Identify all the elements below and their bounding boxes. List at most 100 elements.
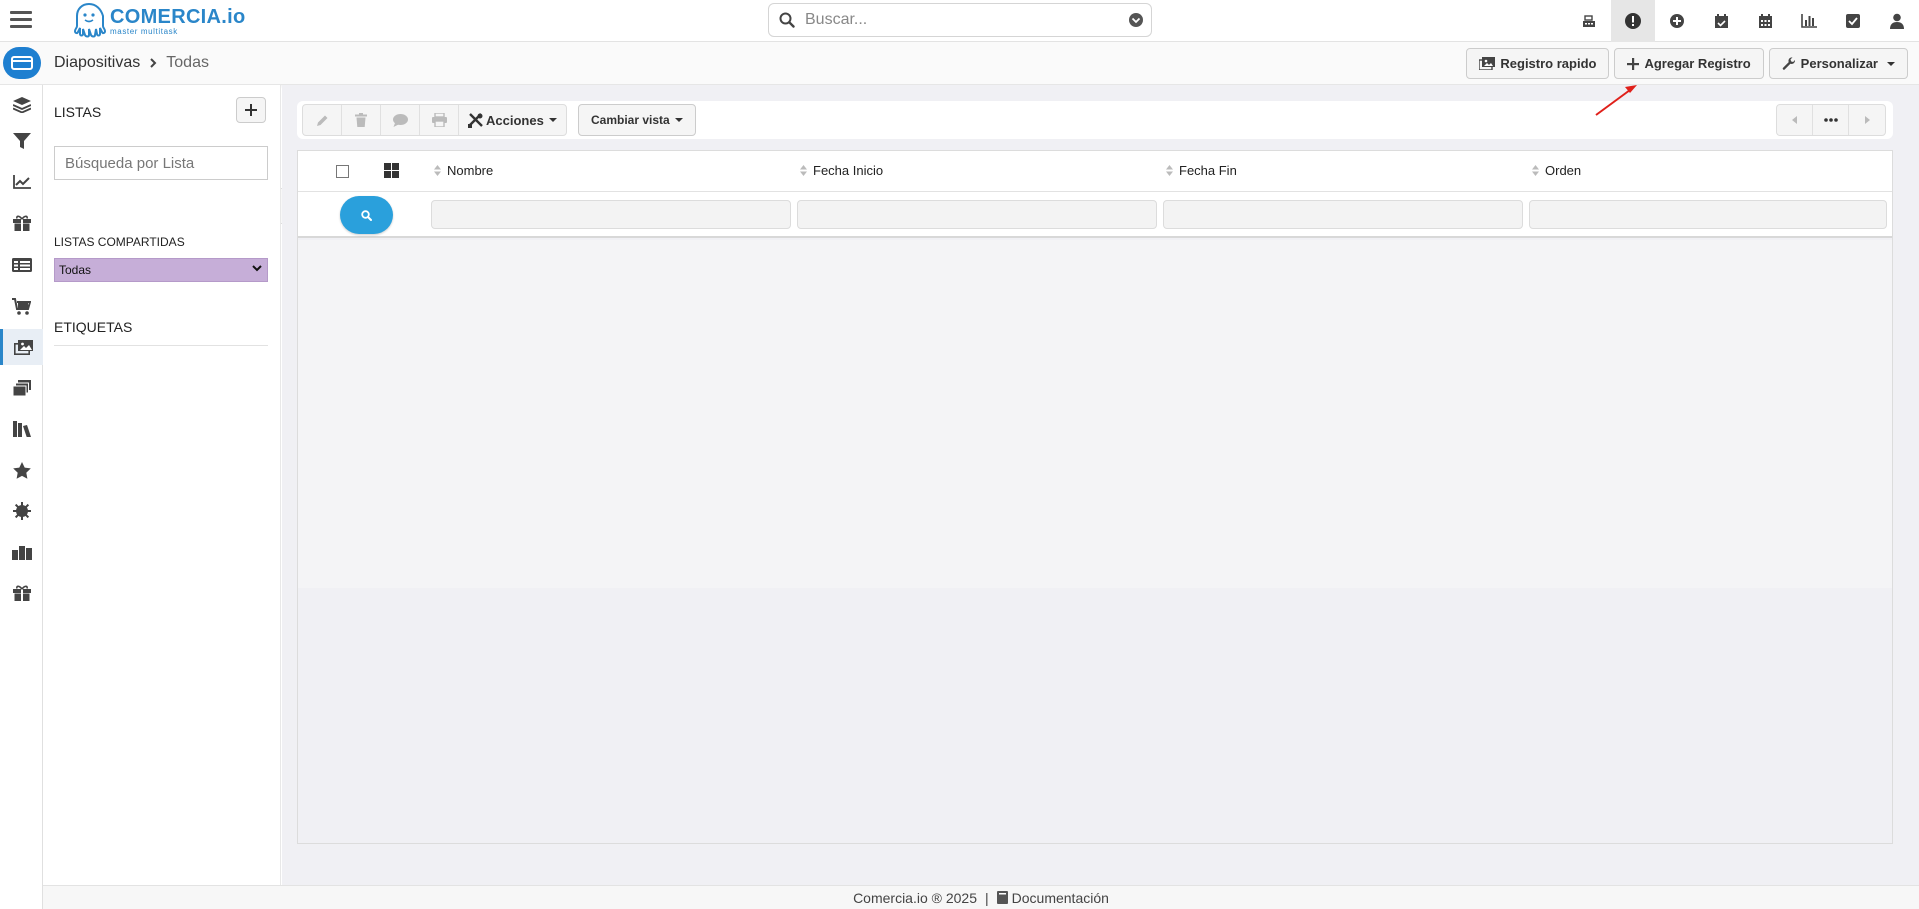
chevron-down-circle-icon[interactable]	[1121, 12, 1151, 28]
column-label: Orden	[1545, 163, 1582, 178]
documentation-link[interactable]: Documentación	[996, 889, 1109, 906]
grid-toolbar: Acciones Cambiar vista	[297, 101, 1893, 139]
pager	[1776, 104, 1886, 136]
grid-body-empty	[298, 240, 1892, 588]
change-view-button[interactable]: Cambiar vista	[578, 104, 696, 136]
search-icon[interactable]	[769, 12, 805, 28]
sort-icon	[434, 165, 441, 176]
stack-icon[interactable]	[0, 370, 43, 406]
filter-search-button[interactable]	[340, 196, 393, 234]
add-circle-icon[interactable]	[1655, 0, 1699, 42]
plus-icon	[245, 104, 257, 116]
slides-icon[interactable]	[0, 329, 43, 365]
filter-orden-input[interactable]	[1529, 200, 1887, 229]
divider	[54, 345, 268, 346]
customize-button[interactable]: Personalizar	[1768, 48, 1908, 79]
pencil-icon	[316, 115, 327, 126]
column-label: Nombre	[447, 163, 494, 178]
customize-label: Personalizar	[1800, 56, 1878, 71]
breadcrumb-current: Todas	[166, 54, 209, 71]
book-icon	[996, 891, 1008, 904]
lists-title: LISTAS	[54, 104, 102, 120]
breadcrumb-root[interactable]: Diapositivas	[54, 54, 140, 72]
actions-dropdown[interactable]: Acciones	[459, 105, 566, 135]
edit-button[interactable]	[303, 105, 342, 135]
gear-icon[interactable]	[0, 493, 43, 529]
quick-record-label: Registro rapido	[1500, 56, 1597, 71]
tags-title: ETIQUETAS	[54, 319, 133, 335]
top-bar: COMERCIA.io master multitask	[0, 0, 1919, 42]
global-search	[768, 3, 1152, 37]
bar-chart-icon[interactable]	[1787, 0, 1831, 42]
search-input[interactable]	[805, 11, 1121, 29]
shared-lists-select[interactable]: Todas	[54, 258, 268, 282]
quick-record-button[interactable]: Registro rapido	[1466, 48, 1610, 79]
footer-separator: |	[985, 889, 989, 906]
chevron-right-icon	[149, 58, 157, 68]
print-button[interactable]	[420, 105, 459, 135]
more-options-button[interactable]	[1813, 105, 1849, 135]
delete-button[interactable]	[342, 105, 381, 135]
layers-icon[interactable]	[0, 87, 43, 123]
next-page-button[interactable]	[1849, 105, 1885, 135]
documentation-label: Documentación	[1011, 889, 1109, 906]
search-icon	[361, 209, 372, 221]
column-header-orden[interactable]: Orden	[1532, 163, 1581, 178]
column-label: Fecha Fin	[1179, 163, 1237, 178]
printer-icon	[431, 113, 447, 127]
checkbox-icon[interactable]	[1831, 0, 1875, 42]
images-icon	[1479, 57, 1496, 70]
cash-register-icon[interactable]	[1567, 0, 1611, 42]
ellipsis-icon	[1823, 118, 1838, 122]
calendar-icon[interactable]	[1743, 0, 1787, 42]
comment-button[interactable]	[381, 105, 420, 135]
shared-lists-title: LISTAS COMPARTIDAS	[54, 235, 185, 249]
plus-icon	[1627, 57, 1640, 70]
gift-alt-icon[interactable]	[0, 575, 43, 611]
footer: Comercia.io ® 2025 | Documentación	[43, 885, 1919, 909]
change-view-label: Cambiar vista	[591, 113, 670, 127]
menu-icon[interactable]	[8, 7, 34, 33]
book-icon[interactable]	[0, 411, 43, 447]
column-label: Fecha Inicio	[813, 163, 884, 178]
breadcrumb-bar: Diapositivas Todas Registro rapido Agreg…	[0, 42, 1919, 85]
top-icon-bar	[1567, 0, 1919, 42]
app-logo[interactable]: COMERCIA.io master multitask	[72, 0, 246, 42]
table-list-icon[interactable]	[0, 247, 43, 283]
caret-down-icon	[674, 118, 683, 122]
select-all-checkbox[interactable]	[336, 165, 349, 178]
filter-icon[interactable]	[0, 123, 43, 159]
comment-icon	[392, 113, 408, 127]
gift-icon[interactable]	[0, 205, 43, 241]
filter-fecha-fin-input[interactable]	[1163, 200, 1523, 229]
grid-header: Nombre Fecha Inicio Fecha Fin Orden	[298, 151, 1892, 192]
user-icon[interactable]	[1875, 0, 1919, 42]
chevron-left-icon	[1791, 116, 1797, 124]
list-search-input[interactable]	[54, 146, 268, 180]
octopus-logo-icon	[73, 2, 106, 38]
filter-fecha-inicio-input[interactable]	[797, 200, 1157, 229]
caret-down-icon	[1887, 61, 1895, 66]
trash-icon	[355, 113, 367, 127]
brand-tagline: master multitask	[110, 26, 178, 36]
line-chart-icon[interactable]	[0, 164, 43, 200]
prev-page-button[interactable]	[1777, 105, 1813, 135]
alert-icon[interactable]	[1611, 0, 1655, 42]
wrench-icon	[1782, 56, 1795, 70]
star-icon[interactable]	[0, 452, 43, 488]
add-list-button[interactable]	[236, 97, 266, 123]
add-record-button[interactable]: Agregar Registro	[1614, 48, 1764, 79]
chevron-right-icon	[1865, 116, 1870, 124]
column-header-fecha-fin[interactable]: Fecha Fin	[1166, 163, 1237, 178]
column-header-nombre[interactable]: Nombre	[434, 163, 493, 178]
records-grid: Nombre Fecha Inicio Fecha Fin Orden	[297, 150, 1893, 844]
column-header-fecha-inicio[interactable]: Fecha Inicio	[800, 163, 883, 178]
calendar-check-icon[interactable]	[1699, 0, 1743, 42]
filter-nombre-input[interactable]	[431, 200, 791, 229]
caret-down-icon	[548, 118, 557, 122]
grid-view-icon[interactable]	[384, 163, 399, 178]
cart-icon[interactable]	[0, 288, 43, 324]
boxes-icon[interactable]	[0, 534, 43, 570]
brand-name: COMERCIA.io	[110, 5, 246, 28]
slides-module-icon[interactable]	[3, 47, 41, 79]
